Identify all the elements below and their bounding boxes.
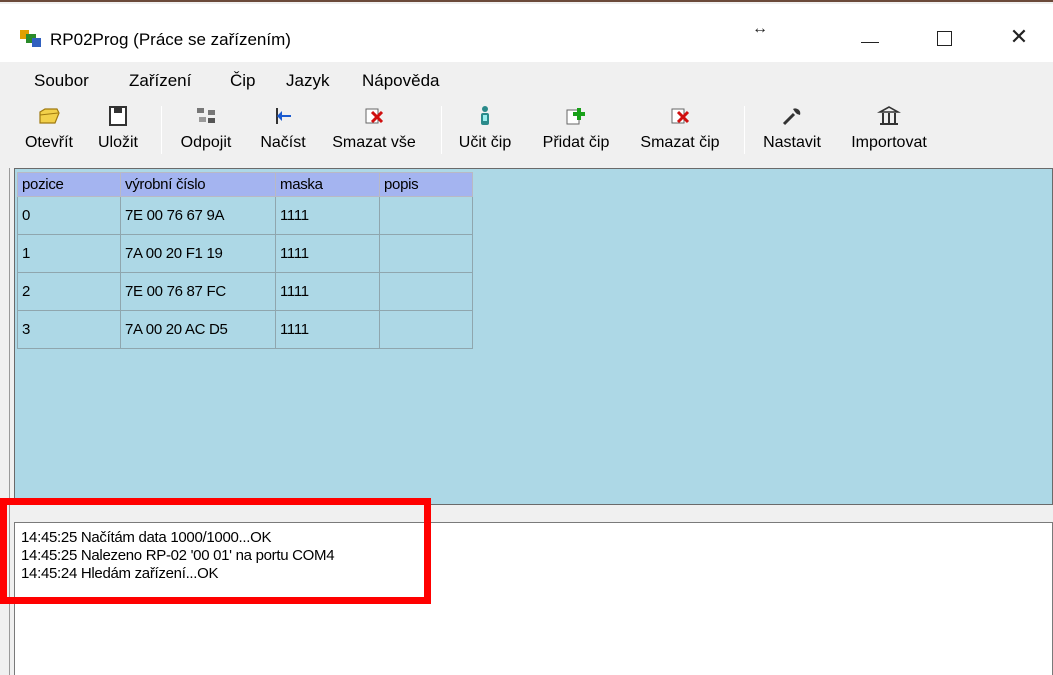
log-line: 14:45:25 Načítám data 1000/1000...OK	[21, 529, 272, 546]
window-title: RP02Prog (Práce se zařízením)	[50, 30, 291, 49]
add-chip-label: Přidat čip	[542, 134, 610, 151]
column-header-pozice[interactable]: pozice	[17, 172, 121, 197]
menu-soubor[interactable]: Soubor	[34, 71, 89, 91]
table-row[interactable]: 3 7A 00 20 AC D5 1111	[17, 310, 473, 349]
import-building-icon	[876, 104, 902, 128]
close-icon: ✕	[1009, 24, 1029, 49]
learn-chip-person-icon	[473, 104, 497, 128]
menu-zarizeni[interactable]: Zařízení	[129, 71, 191, 91]
toolbar: Otevřít Uložit Odpojit Načíst Smazat vše…	[0, 98, 1053, 164]
save-button[interactable]: Uložit	[88, 102, 148, 160]
cell-popis[interactable]	[379, 272, 473, 311]
cell-maska[interactable]: 1111	[275, 272, 380, 311]
delete-all-label: Smazat vše	[332, 134, 416, 151]
table-row[interactable]: 2 7E 00 76 87 FC 1111	[17, 272, 473, 311]
menu-cip[interactable]: Čip	[230, 71, 256, 91]
add-chip-button[interactable]: Přidat čip	[530, 102, 622, 160]
load-label: Načíst	[260, 134, 306, 151]
open-button[interactable]: Otevřít	[14, 102, 84, 160]
cell-maska[interactable]: 1111	[275, 234, 380, 273]
table-header-row: pozice výrobní číslo maska popis	[17, 172, 473, 197]
maximize-icon	[937, 31, 952, 46]
delete-chip-icon	[668, 104, 692, 128]
menu-jazyk[interactable]: Jazyk	[286, 71, 329, 91]
open-folder-icon	[37, 104, 61, 128]
disconnect-icon	[194, 104, 218, 128]
delete-all-button[interactable]: Smazat vše	[322, 102, 426, 160]
toolbar-separator	[441, 106, 442, 154]
table-row[interactable]: 1 7A 00 20 F1 19 1111	[17, 234, 473, 273]
cell-pozice[interactable]: 1	[17, 234, 121, 273]
table-row[interactable]: 0 7E 00 76 67 9A 1111	[17, 196, 473, 235]
close-button[interactable]: ✕	[996, 22, 1042, 52]
settings-button[interactable]: Nastavit	[752, 102, 832, 160]
column-header-popis[interactable]: popis	[379, 172, 473, 197]
chip-grid-area[interactable]: pozice výrobní číslo maska popis 0 7E 00…	[14, 168, 1053, 505]
toolbar-separator	[161, 106, 162, 154]
chip-table: pozice výrobní číslo maska popis 0 7E 00…	[17, 172, 473, 349]
maximize-button[interactable]	[922, 22, 968, 52]
log-panel[interactable]: 14:45:25 Načítám data 1000/1000...OK 14:…	[14, 522, 1053, 675]
cell-popis[interactable]	[379, 234, 473, 273]
delete-chip-label: Smazat čip	[640, 134, 720, 151]
disconnect-label: Odpojit	[180, 134, 232, 151]
import-label: Importovat	[851, 134, 927, 151]
window-left-border	[9, 168, 10, 675]
cell-vyrobni-cislo[interactable]: 7E 00 76 67 9A	[120, 196, 276, 235]
log-line: 14:45:25 Nalezeno RP-02 '00 01' na portu…	[21, 547, 335, 564]
wrench-icon	[780, 104, 804, 128]
app-chip-icon	[20, 28, 42, 48]
cell-popis[interactable]	[379, 196, 473, 235]
cell-vyrobni-cislo[interactable]: 7A 00 20 AC D5	[120, 310, 276, 349]
learn-chip-button[interactable]: Učit čip	[448, 102, 522, 160]
cell-vyrobni-cislo[interactable]: 7A 00 20 F1 19	[120, 234, 276, 273]
open-label: Otevřít	[24, 134, 73, 151]
cell-vyrobni-cislo[interactable]: 7E 00 76 87 FC	[120, 272, 276, 311]
menu-napoveda[interactable]: Nápověda	[362, 71, 440, 91]
cell-pozice[interactable]: 2	[17, 272, 121, 311]
learn-chip-label: Učit čip	[458, 134, 512, 151]
cell-popis[interactable]	[379, 310, 473, 349]
minimize-icon	[861, 42, 879, 43]
app-window: RP02Prog (Práce se zařízením) ↔ ✕ Soubor…	[0, 0, 1053, 675]
column-header-vyrobni-cislo[interactable]: výrobní číslo	[120, 172, 276, 197]
cell-pozice[interactable]: 0	[17, 196, 121, 235]
save-label: Uložit	[97, 134, 138, 151]
cell-maska[interactable]: 1111	[275, 196, 380, 235]
settings-label: Nastavit	[763, 134, 821, 151]
resize-horizontal-icon: ↔	[752, 20, 768, 37]
minimize-button[interactable]	[847, 22, 893, 52]
add-chip-icon	[564, 104, 588, 128]
log-line: 14:45:24 Hledám zařízení...OK	[21, 565, 219, 582]
delete-all-icon	[362, 104, 386, 128]
title-bar: RP02Prog (Práce se zařízením) ↔ ✕	[0, 4, 1053, 62]
toolbar-separator	[744, 106, 745, 154]
cell-maska[interactable]: 1111	[275, 310, 380, 349]
column-header-maska[interactable]: maska	[275, 172, 380, 197]
save-disk-icon	[106, 104, 130, 128]
delete-chip-button[interactable]: Smazat čip	[630, 102, 730, 160]
import-button[interactable]: Importovat	[838, 102, 940, 160]
load-arrow-icon	[271, 104, 295, 128]
menu-bar: Soubor Zařízení Čip Jazyk Nápověda	[0, 62, 1053, 98]
load-button[interactable]: Načíst	[250, 102, 316, 160]
disconnect-button[interactable]: Odpojit	[168, 102, 244, 160]
cell-pozice[interactable]: 3	[17, 310, 121, 349]
